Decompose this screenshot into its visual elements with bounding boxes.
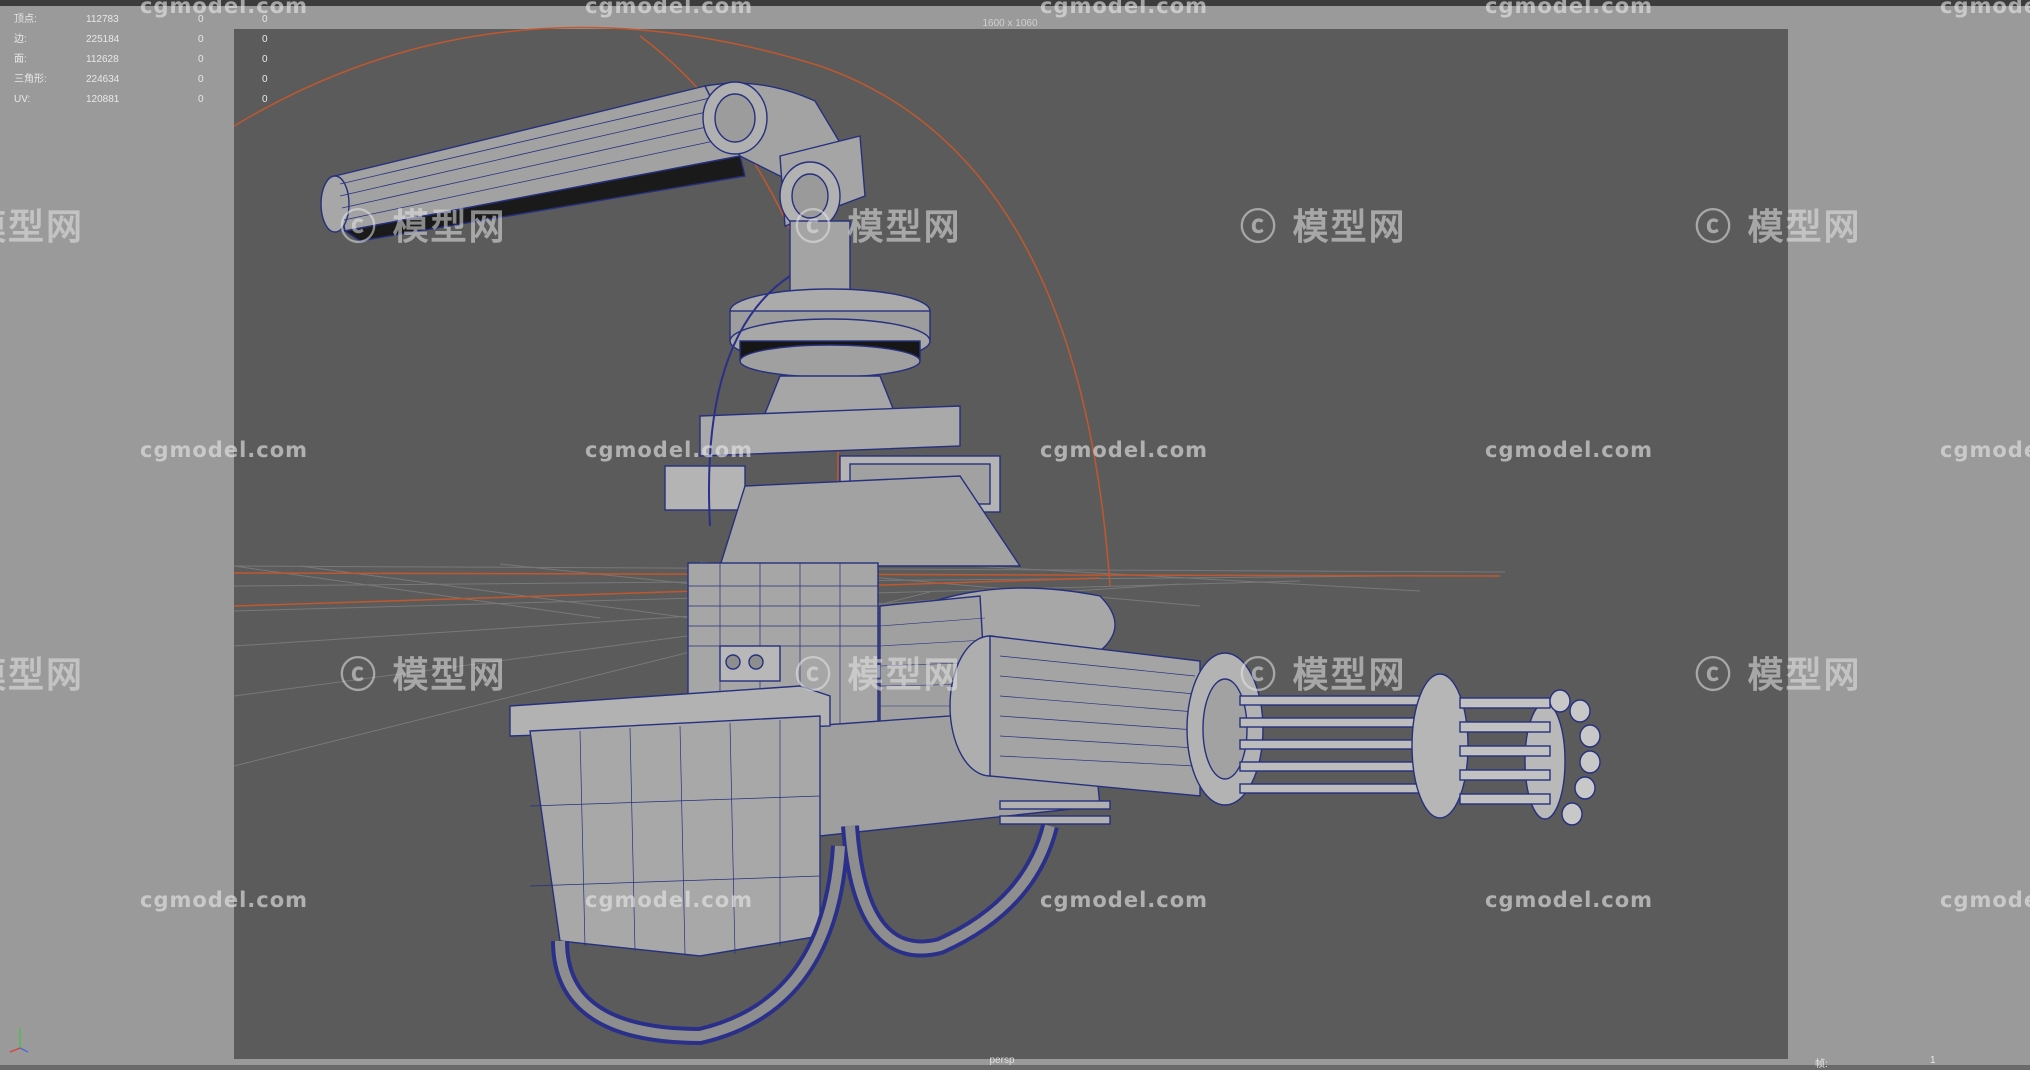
cgmodel-logo-icon: ⓒ: [1695, 207, 1748, 248]
watermark-en: cgmodel.com: [140, 0, 308, 18]
watermark-en: cgmodel.com: [1040, 438, 1208, 462]
cgmodel-logo-icon: ⓒ: [795, 207, 848, 248]
watermark-cn: ⓒ 模型网: [1695, 655, 1862, 696]
watermark-cn: 模型网: [0, 655, 85, 696]
hud-row-faces: 面: 112628 0 0: [14, 50, 268, 70]
hud-row-edges: 边: 225184 0 0: [14, 30, 268, 50]
hud-label: 面:: [14, 54, 27, 65]
cgmodel-logo-icon: ⓒ: [340, 655, 393, 696]
hud-row-triangles: 三角形: 224634 0 0: [14, 70, 268, 90]
hud-value: 225184: [86, 34, 120, 45]
watermark-cn: ⓒ 模型网: [795, 655, 962, 696]
3d-viewport[interactable]: 顶点: 112783 0 0 边: 225184 0 0 面: 112628 0…: [0, 0, 2030, 1070]
watermark-cn: ⓒ 模型网: [340, 655, 507, 696]
view-axis-icon: [9, 1028, 29, 1053]
watermark-cn: ⓒ 模型网: [340, 207, 507, 248]
watermark-en: cgmodel.com: [1485, 888, 1653, 912]
hud-selected-value: 0: [198, 74, 204, 85]
watermark-en: cgmodel.com: [1940, 0, 2030, 18]
hud-value: 224634: [86, 74, 120, 85]
cgmodel-logo-icon: ⓒ: [1695, 655, 1748, 696]
watermark-en: cgmodel.com: [1940, 438, 2030, 462]
hud-extra-value: 0: [262, 94, 268, 105]
cgmodel-logo-icon: ⓒ: [795, 655, 848, 696]
cgmodel-logo-icon: ⓒ: [1240, 207, 1293, 248]
hud-extra-value: 0: [262, 54, 268, 65]
watermark-en: cgmodel.com: [1040, 888, 1208, 912]
heads-up-poly-count: 顶点: 112783 0 0 边: 225184 0 0 面: 112628 0…: [14, 10, 268, 110]
hud-value: 112628: [86, 54, 119, 65]
watermark-cn: ⓒ 模型网: [1240, 207, 1407, 248]
fps-label: 帧:: [1815, 1059, 1828, 1070]
watermark-cn: 模型网: [0, 207, 85, 248]
hud-extra-value: 0: [262, 74, 268, 85]
hud-label: 顶点:: [14, 14, 37, 25]
hud-extra-value: 0: [262, 34, 268, 45]
watermark-cn: ⓒ 模型网: [795, 207, 962, 248]
watermark-en: cgmodel.com: [140, 438, 308, 462]
hud-row-uvs: UV: 120881 0 0: [14, 90, 268, 110]
hud-label: 三角形:: [14, 74, 47, 85]
watermark-en: cgmodel.com: [140, 888, 308, 912]
hud-selected-value: 0: [198, 94, 204, 105]
watermark-cn: ⓒ 模型网: [1240, 655, 1407, 696]
fps-value: 1: [1930, 1055, 1936, 1066]
cgmodel-logo-icon: ⓒ: [1240, 655, 1293, 696]
hud-selected-value: 0: [198, 54, 204, 65]
watermark-en: cgmodel.com: [1485, 438, 1653, 462]
watermark-cn: ⓒ 模型网: [1695, 207, 1862, 248]
resolution-gate-label: 1600 x 1060: [982, 18, 1038, 29]
cgmodel-logo-icon: ⓒ: [340, 207, 393, 248]
hud-label: UV:: [14, 94, 31, 105]
watermark-en: cgmodel.com: [1040, 0, 1208, 18]
watermark-en: cgmodel.com: [1940, 888, 2030, 912]
watermark-en: cgmodel.com: [585, 888, 753, 912]
camera-name-label: persp: [989, 1055, 1015, 1066]
hud-value: 120881: [86, 94, 120, 105]
hud-label: 边:: [14, 34, 27, 45]
watermark-en: cgmodel.com: [585, 0, 753, 18]
watermark-en: cgmodel.com: [585, 438, 753, 462]
hud-selected-value: 0: [198, 34, 204, 45]
watermark-en: cgmodel.com: [1485, 0, 1653, 18]
